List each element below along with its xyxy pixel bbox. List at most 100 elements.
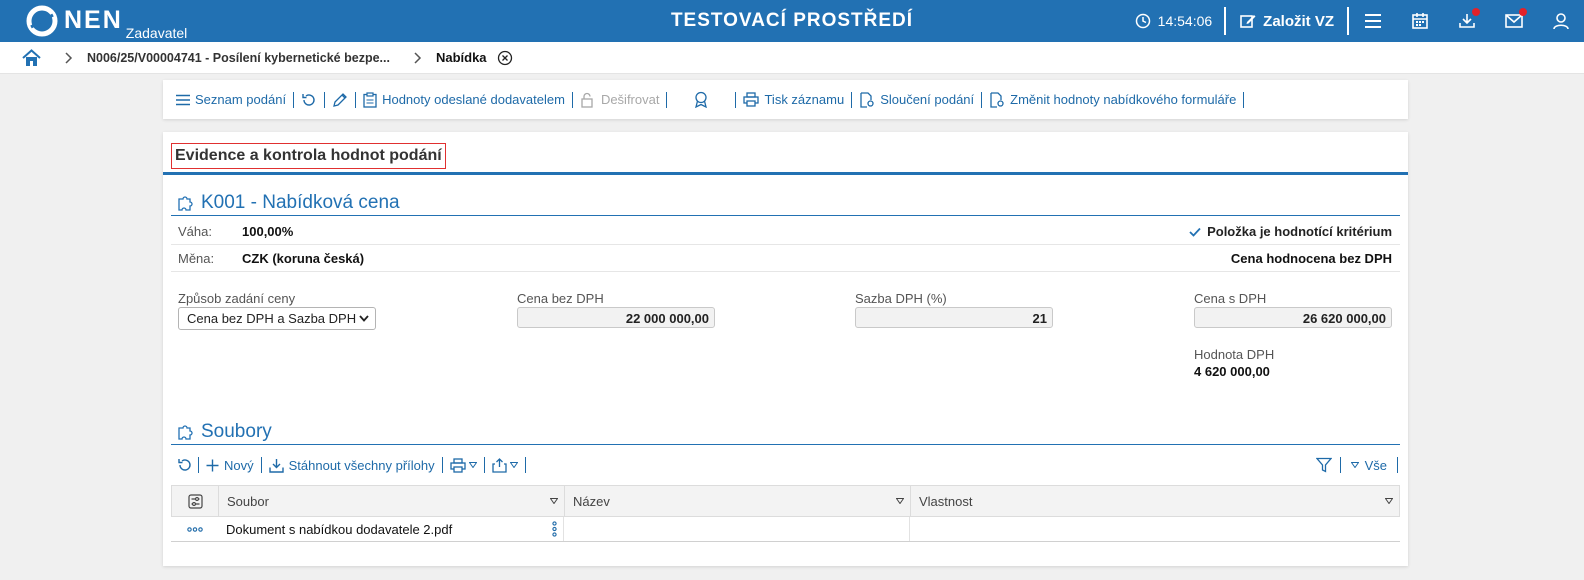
- header-underline: [163, 172, 1408, 175]
- divider: [571, 91, 573, 108]
- clipboard-icon: [363, 91, 377, 108]
- row-actions-button[interactable]: [171, 517, 218, 541]
- criterion-flag-label: Položka je hodnotící kritérium: [1207, 224, 1392, 239]
- vat-value: 4 620 000,00: [1194, 364, 1270, 379]
- breadcrumb: N006/25/V00004741 - Posílení kybernetick…: [0, 42, 1584, 74]
- create-contract-button[interactable]: Založit VZ: [1226, 12, 1347, 30]
- currency-value: CZK (koruna česká): [242, 251, 365, 266]
- column-header-label: Soubor: [227, 493, 269, 509]
- caret-down-icon: [1350, 462, 1359, 468]
- column-settings-button[interactable]: [172, 486, 219, 516]
- breadcrumb-contract-link[interactable]: N006/25/V00004741 - Posílení kybernetick…: [87, 51, 390, 65]
- award-button[interactable]: [669, 91, 733, 108]
- section-underline: [171, 444, 1400, 445]
- column-header-name[interactable]: Název: [565, 486, 911, 516]
- clock-icon: [1135, 13, 1151, 29]
- price-no-vat-field[interactable]: 22 000 000,00: [517, 307, 715, 328]
- caret-down-icon: [509, 462, 518, 468]
- breadcrumb-current: Nabídka: [435, 50, 487, 65]
- files-section-title: Soubory: [177, 421, 272, 443]
- menu-button[interactable]: [1349, 0, 1396, 42]
- price-method-select[interactable]: Cena bez DPH a Sazba DPH: [178, 307, 376, 330]
- logo-circle-icon: [26, 5, 58, 37]
- divider: [1243, 91, 1245, 108]
- files-filter-bar: Vše: [1315, 455, 1400, 475]
- column-header-property[interactable]: Vlastnost: [911, 486, 1399, 516]
- new-file-button[interactable]: Nový: [204, 458, 256, 473]
- chevron-right-icon: [414, 51, 422, 64]
- download-all-button[interactable]: Stáhnout všechny přílohy: [267, 458, 437, 473]
- vat-rate-label: Sazba DPH (%): [855, 291, 947, 306]
- download-all-label: Stáhnout všechny přílohy: [288, 457, 435, 473]
- home-icon[interactable]: [22, 48, 41, 67]
- document-gear-icon: [859, 91, 875, 108]
- divider: [198, 457, 199, 473]
- new-file-label: Nový: [224, 457, 254, 473]
- divider: [1339, 457, 1341, 473]
- award-icon: [693, 91, 709, 108]
- price-evaluation-note: Cena hodnocena bez DPH: [1230, 251, 1392, 266]
- submissions-list-button[interactable]: Seznam podání: [171, 92, 291, 107]
- downloads-button[interactable]: [1443, 0, 1490, 42]
- more-vertical-icon[interactable]: [552, 521, 557, 537]
- decrypt-button[interactable]: Dešifrovat: [575, 92, 665, 108]
- sort-filter-icon: [550, 498, 558, 504]
- vat-value-label: Hodnota DPH: [1194, 347, 1275, 362]
- divider: [260, 457, 262, 473]
- hamburger-icon: [1364, 13, 1382, 29]
- table-row[interactable]: Dokument s nabídkou dodavatele 2.pdf: [171, 517, 1400, 542]
- export-menu-button[interactable]: [490, 457, 520, 473]
- file-cell: Dokument s nabídkou dodavatele 2.pdf: [218, 517, 564, 541]
- sent-values-button[interactable]: Hodnoty odeslané dodavatelem: [358, 91, 570, 108]
- puzzle-icon: [177, 194, 195, 212]
- divider: [441, 457, 443, 473]
- name-cell: [564, 517, 910, 541]
- files-table: Soubor Název Vlastnost Dokument s nabídk…: [171, 485, 1400, 542]
- column-header-file[interactable]: Soubor: [219, 486, 565, 516]
- refresh-icon[interactable]: [177, 457, 193, 473]
- table-header: Soubor Název Vlastnost: [171, 485, 1400, 517]
- refresh-icon: [301, 92, 317, 108]
- calendar-button[interactable]: [1396, 0, 1443, 42]
- pencil-icon: [332, 92, 348, 108]
- divider: [524, 457, 526, 473]
- edit-icon: [1239, 12, 1257, 30]
- merge-submissions-button[interactable]: Sloučení podání: [854, 91, 979, 108]
- caret-down-icon: [468, 462, 477, 468]
- evidence-panel: Evidence a kontrola hodnot podání K001 -…: [163, 132, 1408, 566]
- vat-rate-field[interactable]: 21: [855, 307, 1053, 328]
- merge-submissions-label: Sloučení podání: [880, 92, 975, 107]
- filter-all-button[interactable]: Vše: [1349, 458, 1389, 473]
- refresh-button[interactable]: [296, 92, 322, 108]
- clock-time: 14:54:06: [1157, 13, 1213, 29]
- share-icon: [491, 457, 507, 473]
- filter-all-label: Vše: [1364, 457, 1387, 473]
- create-contract-label: Založit VZ: [1263, 12, 1334, 30]
- divider: [981, 91, 983, 108]
- row-divider: [171, 271, 1400, 272]
- chevron-right-icon: [65, 51, 73, 64]
- print-record-button[interactable]: Tisk záznamu: [738, 92, 849, 107]
- row-divider: [171, 244, 1400, 245]
- edit-button[interactable]: [327, 92, 353, 108]
- price-vat-label: Cena s DPH: [1194, 291, 1267, 306]
- chevron-down-icon: [359, 315, 369, 322]
- column-header-label: Název: [573, 493, 610, 509]
- divider: [735, 91, 737, 108]
- print-menu-button[interactable]: [448, 457, 479, 473]
- price-vat-field[interactable]: 26 620 000,00: [1194, 307, 1392, 328]
- nen-logo[interactable]: NEN Zadavatel: [26, 5, 187, 41]
- filter-icon[interactable]: [1315, 457, 1332, 473]
- printer-icon: [449, 457, 466, 473]
- list-icon: [176, 94, 190, 106]
- close-tab-icon[interactable]: [497, 50, 513, 66]
- messages-button[interactable]: [1490, 0, 1537, 42]
- divider: [666, 91, 668, 108]
- file-name[interactable]: Dokument s nabídkou dodavatele 2.pdf: [226, 522, 452, 537]
- user-button[interactable]: [1537, 0, 1584, 42]
- page-title: Evidence a kontrola hodnot podání: [171, 143, 446, 169]
- weight-value: 100,00%: [242, 224, 294, 239]
- plus-icon: [206, 459, 219, 472]
- change-form-values-button[interactable]: Změnit hodnoty nabídkového formuláře: [984, 91, 1241, 108]
- section-underline: [171, 215, 1400, 216]
